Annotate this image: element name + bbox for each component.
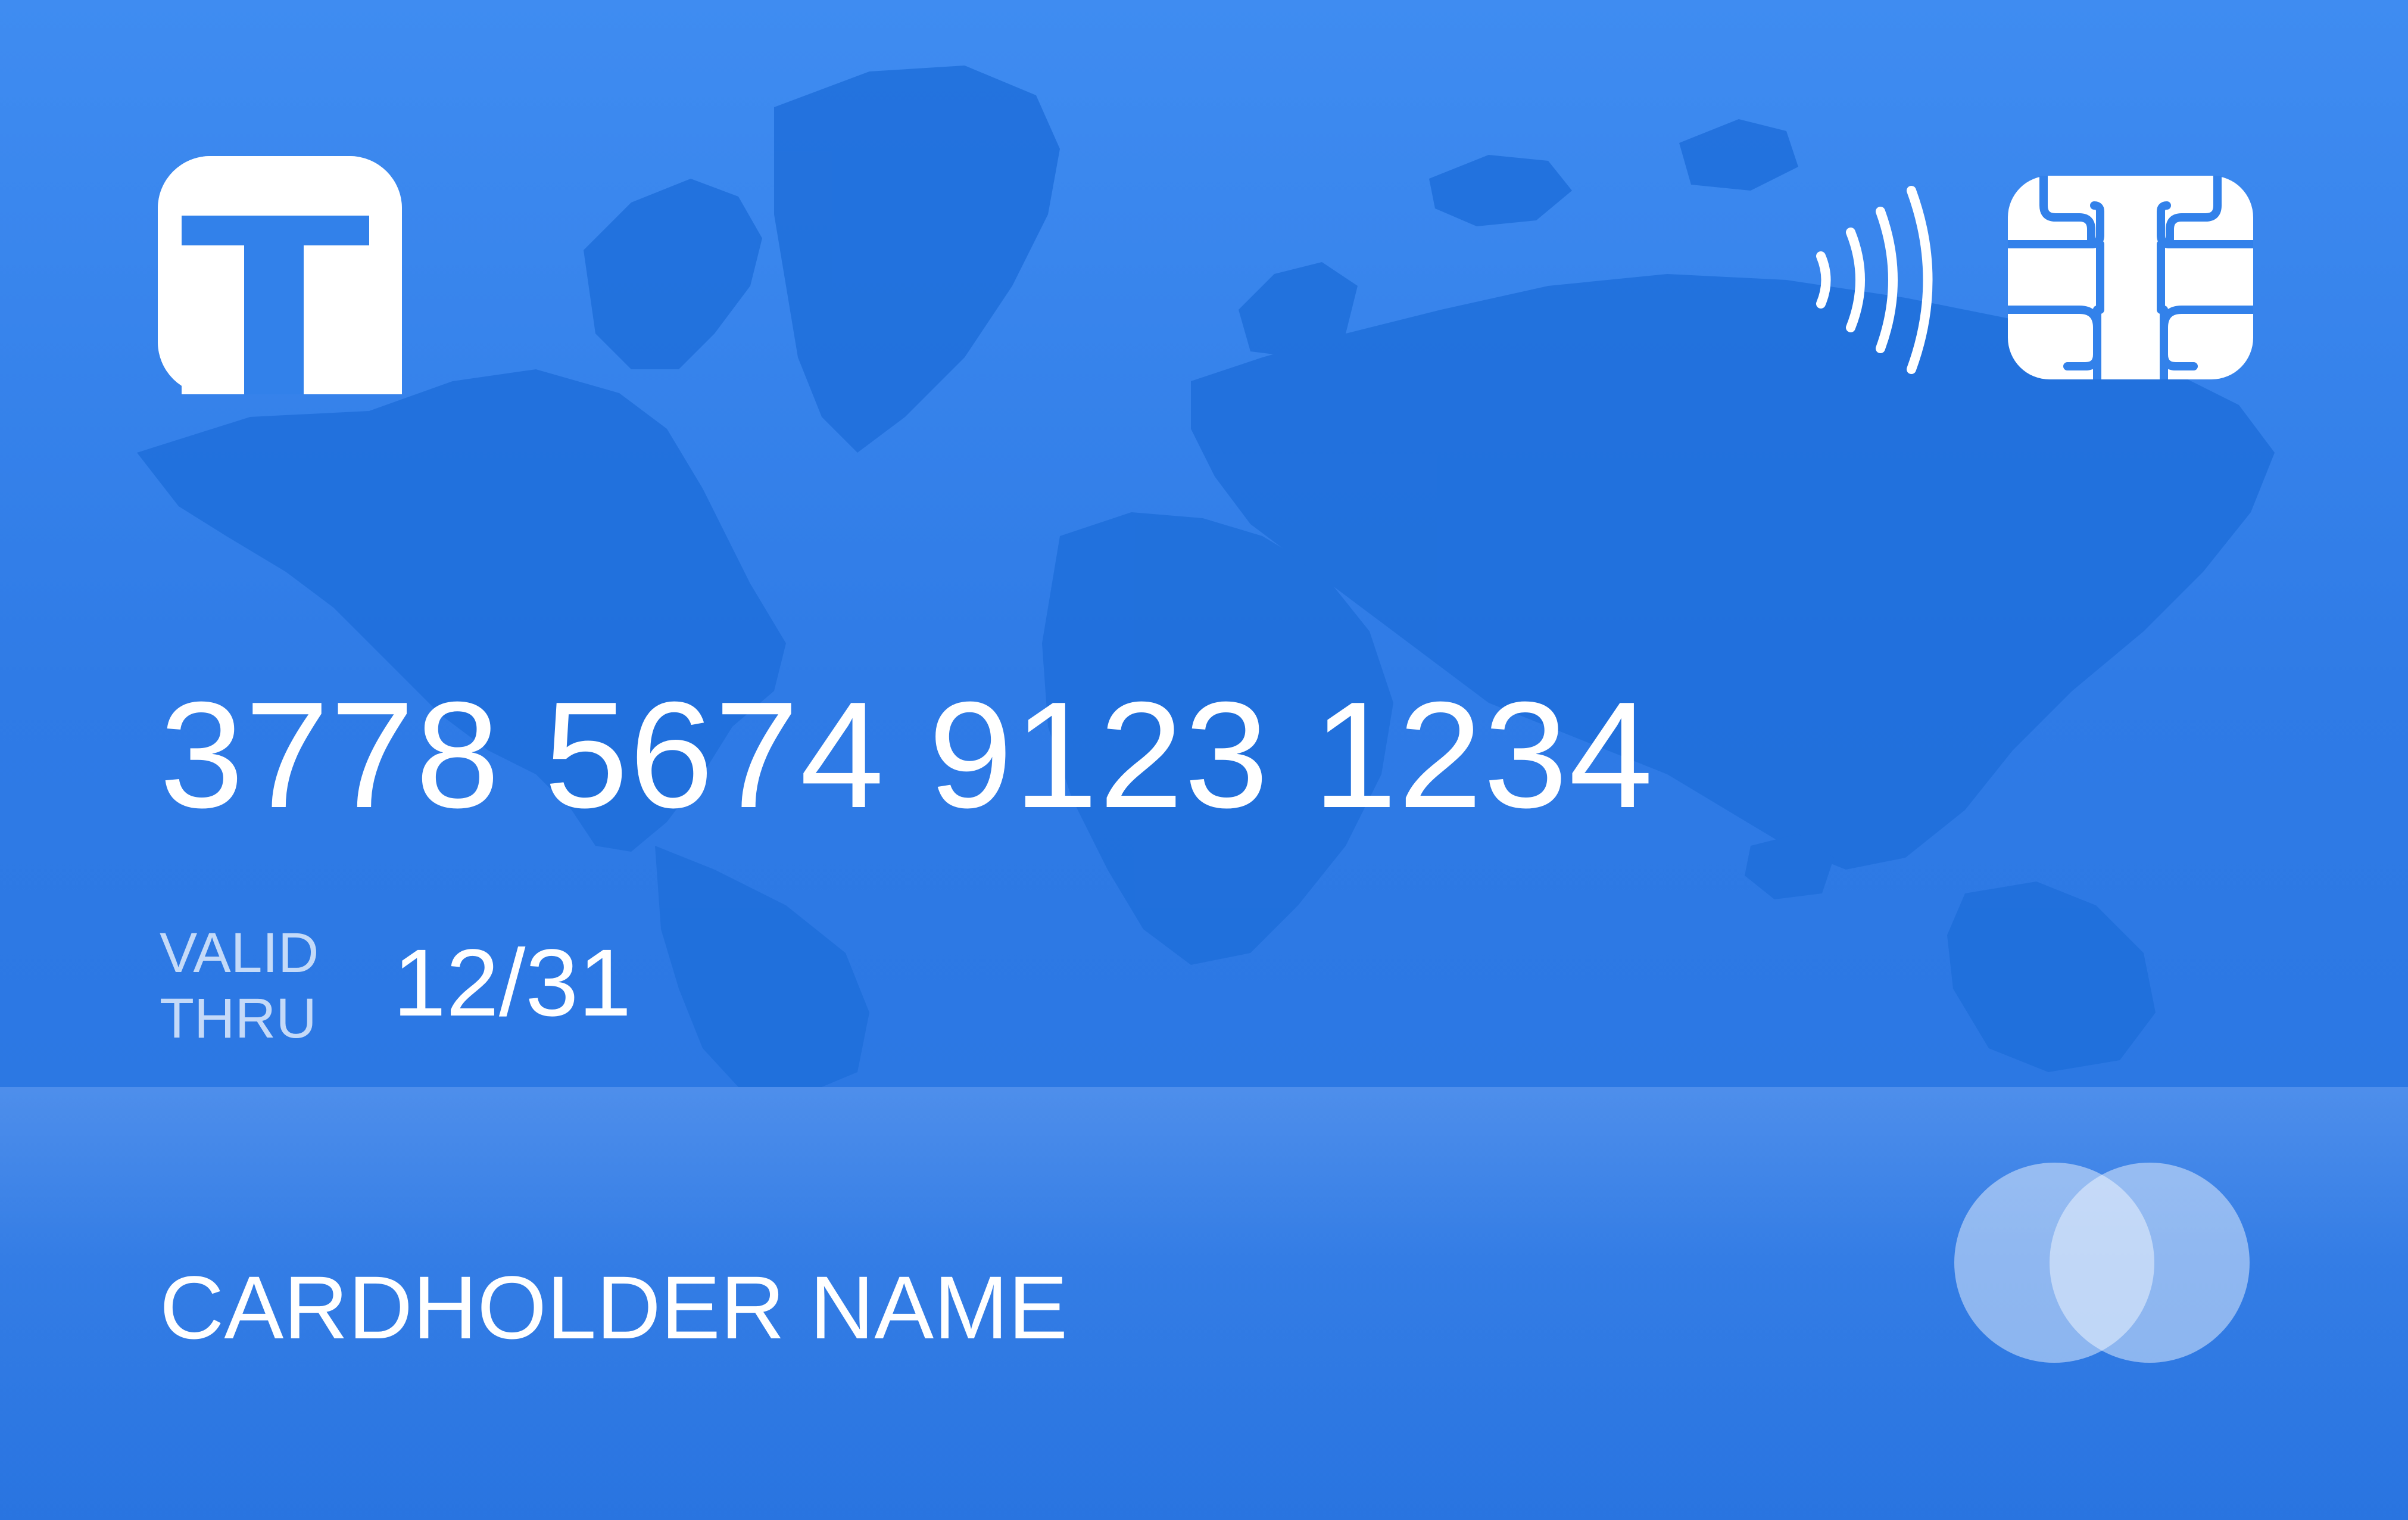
valid-thru-label: VALID THRU (160, 920, 319, 1051)
emv-chip-icon (2008, 176, 2253, 379)
card-number: 3778 5674 9123 1234 (160, 670, 1654, 839)
valid-thru-line2: THRU (160, 987, 317, 1050)
cardholder-name: CARDHOLDER NAME (160, 1257, 1068, 1357)
card-network-circles-icon (1954, 1163, 2250, 1363)
valid-thru-line1: VALID (160, 921, 319, 985)
bank-logo-icon (158, 156, 402, 394)
contactless-icon (1816, 186, 1933, 374)
expiry-date: 12/31 (393, 929, 632, 1036)
credit-card: 3778 5674 9123 1234 VALID THRU 12/31 CAR… (0, 0, 2408, 1520)
